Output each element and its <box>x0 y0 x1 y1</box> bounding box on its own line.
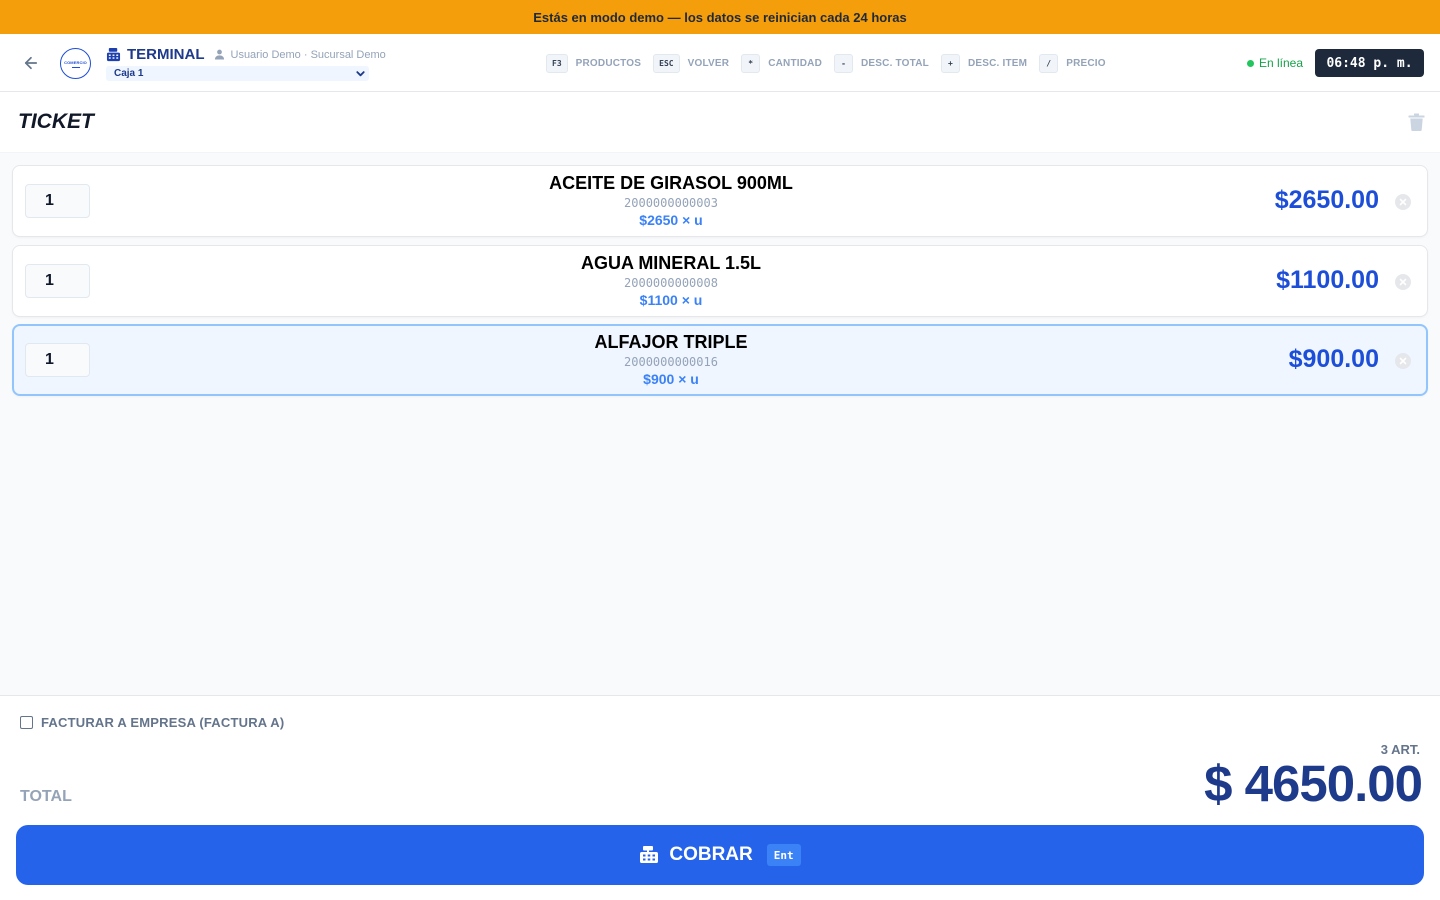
item-barcode: 2000000000016 <box>624 355 718 369</box>
shortcut-volver[interactable]: ESC VOLVER <box>653 54 729 73</box>
quantity-input[interactable]: 1 <box>25 343 90 377</box>
ticket-item[interactable]: 1 AGUA MINERAL 1.5L 2000000000008 $1100 … <box>12 245 1428 317</box>
item-total-price: $1100.00 <box>1276 266 1379 294</box>
back-button[interactable] <box>20 52 42 74</box>
arrow-left-icon <box>24 56 38 70</box>
shortcut-key: F3 <box>546 54 568 73</box>
logo-text: COMERCIO <box>64 59 87 65</box>
checkout-footer: FACTURAR A EMPRESA (FACTURA A) TOTAL 3 A… <box>0 695 1440 900</box>
cobrar-button[interactable]: COBRAR Ent <box>16 825 1424 885</box>
shortcut-desc-total[interactable]: - DESC. TOTAL <box>834 54 929 73</box>
factura-a-label: FACTURAR A EMPRESA (FACTURA A) <box>41 715 285 730</box>
demo-banner: Estás en modo demo — los datos se reinic… <box>0 0 1440 34</box>
shortcut-label: PRODUCTOS <box>575 58 642 69</box>
quantity-input[interactable]: 1 <box>25 184 90 218</box>
demo-banner-text: Estás en modo demo — los datos se reinic… <box>533 9 907 25</box>
cobrar-label: COBRAR <box>669 844 753 865</box>
remove-item-button[interactable] <box>1395 194 1411 210</box>
connection-status: En línea <box>1247 56 1303 70</box>
user-branch-info: Usuario Demo · Sucursal Demo <box>230 48 386 61</box>
item-name: ALFAJOR TRIPLE <box>594 332 748 352</box>
item-unit-price: $2650 × u <box>639 212 703 228</box>
shortcut-label: PRECIO <box>1066 58 1106 69</box>
trash-icon[interactable] <box>1408 113 1425 131</box>
cash-register-icon <box>640 846 659 863</box>
item-details: ACEITE DE GIRASOL 900ML 2000000000003 $2… <box>471 172 871 229</box>
total-label: TOTAL <box>20 788 72 805</box>
clock-time: 06:48 p. m. <box>1326 55 1413 71</box>
logo-divider <box>71 66 80 68</box>
cash-register-icon <box>106 47 121 61</box>
shortcut-cantidad[interactable]: * CANTIDAD <box>741 54 822 73</box>
cobrar-shortcut-key: Ent <box>766 844 801 866</box>
close-icon <box>1399 198 1407 206</box>
keyboard-shortcuts: F3 PRODUCTOS ESC VOLVER * CANTIDAD - DES… <box>546 54 1118 73</box>
shortcut-desc-item[interactable]: + DESC. ITEM <box>940 54 1028 73</box>
remove-item-button[interactable] <box>1395 274 1411 290</box>
ticket-title: TICKET <box>18 110 94 133</box>
item-barcode: 2000000000003 <box>624 196 718 210</box>
page-title: TERMINAL <box>127 46 205 63</box>
item-name: AGUA MINERAL 1.5L <box>580 253 762 273</box>
close-icon <box>1399 357 1407 365</box>
clock: 06:48 p. m. <box>1315 49 1424 77</box>
shortcut-label: DESC. ITEM <box>967 58 1028 69</box>
shortcut-key: * <box>741 54 761 73</box>
shortcut-label: CANTIDAD <box>768 58 823 69</box>
shortcut-key: ESC <box>653 54 680 73</box>
shortcut-key: + <box>940 54 960 73</box>
quantity-input[interactable]: 1 <box>25 264 90 298</box>
shortcut-key: / <box>1039 54 1059 73</box>
shortcut-label: VOLVER <box>687 58 730 69</box>
chevron-down-icon <box>356 71 365 77</box>
close-icon <box>1399 278 1407 286</box>
ticket-item-selected[interactable]: 1 ALFAJOR TRIPLE 2000000000016 $900 × u … <box>12 324 1428 396</box>
app-header: COMERCIO TERMINAL Usuario Demo · Sucursa… <box>0 34 1440 92</box>
item-unit-price: $1100 × u <box>639 292 703 308</box>
terminal-heading: TERMINAL Usuario Demo · Sucursal Demo <box>106 46 386 63</box>
shortcut-productos[interactable]: F3 PRODUCTOS <box>546 54 641 73</box>
ticket-header: TICKET <box>0 92 1440 153</box>
factura-a-toggle[interactable]: FACTURAR A EMPRESA (FACTURA A) <box>20 715 284 730</box>
item-barcode: 2000000000008 <box>624 276 718 290</box>
shortcut-precio[interactable]: / PRECIO <box>1039 54 1106 73</box>
total-amount: $ 4650.00 <box>1204 755 1423 812</box>
item-details: ALFAJOR TRIPLE 2000000000016 $900 × u <box>471 331 871 388</box>
caja-select[interactable]: Caja 1 <box>106 66 369 81</box>
status-dot-icon <box>1247 59 1254 67</box>
status-label: En línea <box>1259 56 1304 70</box>
ticket-item[interactable]: 1 ACEITE DE GIRASOL 900ML 2000000000003 … <box>12 165 1428 237</box>
user-icon <box>214 49 224 60</box>
store-logo: COMERCIO <box>60 48 91 79</box>
factura-a-checkbox[interactable] <box>20 716 33 729</box>
shortcut-label: DESC. TOTAL <box>861 58 929 69</box>
shortcut-key: - <box>834 54 854 73</box>
item-total-price: $900.00 <box>1288 345 1379 373</box>
item-name: ACEITE DE GIRASOL 900ML <box>549 173 793 193</box>
caja-selected-value: Caja 1 <box>114 68 144 79</box>
item-total-price: $2650.00 <box>1274 186 1379 214</box>
item-details: AGUA MINERAL 1.5L 2000000000008 $1100 × … <box>471 252 871 309</box>
remove-item-button[interactable] <box>1395 353 1411 369</box>
item-unit-price: $900 × u <box>643 371 699 387</box>
